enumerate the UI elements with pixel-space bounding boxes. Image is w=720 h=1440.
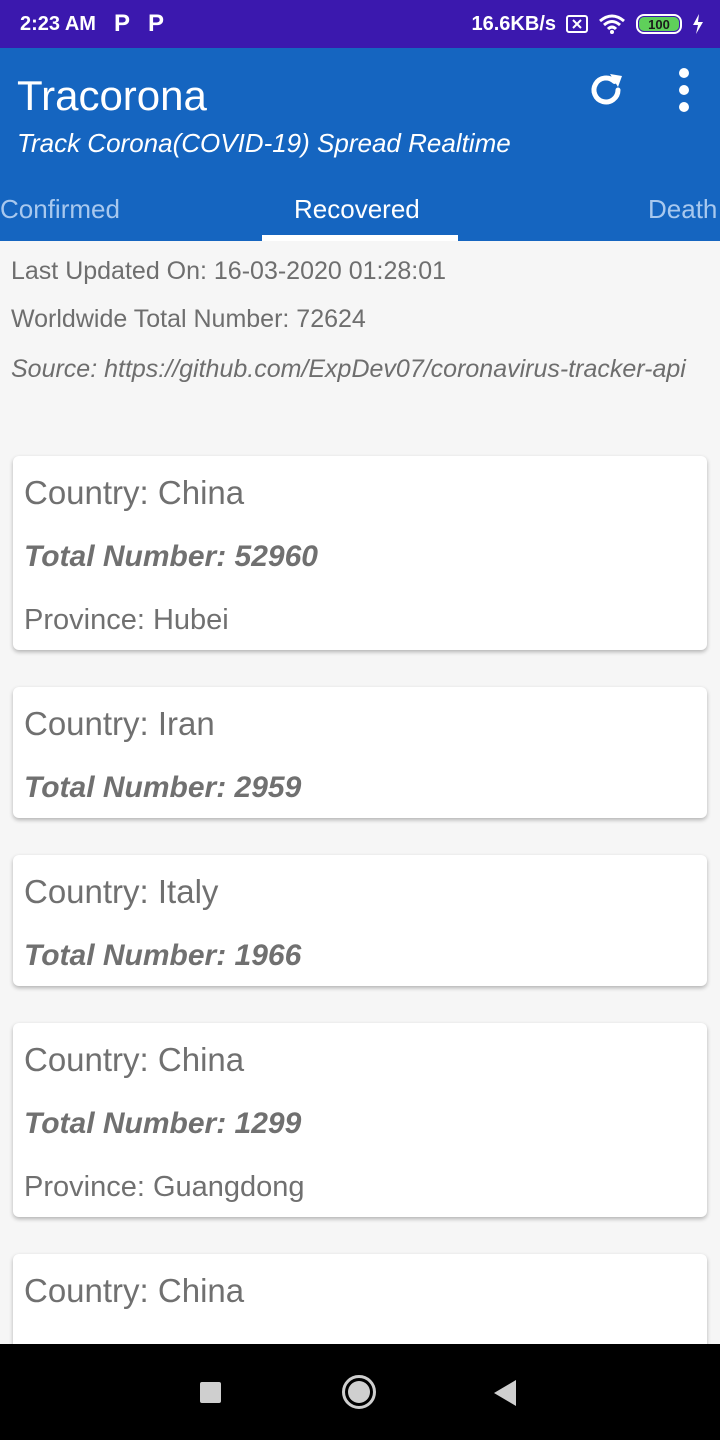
tab-bar: Confirmed Recovered Death	[0, 178, 720, 241]
card-total: Total Number: 1299	[24, 1107, 302, 1140]
home-button[interactable]	[342, 1375, 376, 1409]
tab-death[interactable]: Death	[648, 194, 717, 225]
back-button[interactable]	[494, 1380, 516, 1406]
tab-indicator	[262, 235, 458, 241]
app-subtitle: Track Corona(COVID-19) Spread Realtime	[17, 128, 511, 158]
list-item[interactable]: Country: Iran Total Number: 2959	[13, 687, 707, 818]
sim-x-icon	[566, 15, 588, 33]
card-country: Country: China	[24, 1272, 245, 1309]
card-country: Country: Italy	[24, 873, 219, 910]
source-text: Source: https://github.com/ExpDev07/coro…	[11, 355, 686, 383]
card-country: Country: Iran	[24, 705, 215, 742]
tab-recovered[interactable]: Recovered	[294, 194, 420, 225]
app-bar: Tracorona Track Corona(COVID-19) Spread …	[0, 48, 720, 241]
list-item[interactable]: Country: China Total Number: 52960 Provi…	[13, 456, 707, 650]
worldwide-total-text: Worldwide Total Number: 72624	[11, 305, 366, 333]
network-speed: 16.6KB/s	[471, 12, 557, 35]
card-country: Country: China	[24, 1041, 245, 1078]
system-nav-bar	[0, 1344, 720, 1440]
home-icon	[348, 1381, 370, 1403]
card-country: Country: China	[24, 474, 245, 511]
refresh-icon	[591, 74, 622, 105]
list-item[interactable]: Country: Italy Total Number: 1966	[13, 855, 707, 986]
status-bar: 2:23 AM P P 16.6KB/s 100	[0, 0, 720, 48]
tab-confirmed[interactable]: Confirmed	[0, 194, 120, 225]
card-province: Province: Guangdong	[24, 1171, 305, 1203]
card-total: Total Number: 2959	[24, 771, 302, 804]
more-options-button[interactable]	[662, 66, 706, 114]
app-title: Tracorona	[17, 72, 207, 119]
p-notification-icon: P	[147, 10, 164, 37]
last-updated-text: Last Updated On: 16-03-2020 01:28:01	[11, 257, 447, 285]
battery-icon: 100	[636, 14, 682, 34]
list-item[interactable]: Country: China Total Number: 1299 Provin…	[13, 1023, 707, 1217]
wifi-icon	[598, 13, 626, 35]
charging-bolt-icon	[692, 14, 704, 34]
card-province: Province: Hubei	[24, 604, 229, 636]
card-total: Total Number: 1966	[24, 939, 302, 972]
refresh-button[interactable]	[582, 66, 630, 114]
battery-level: 100	[639, 17, 679, 32]
status-time: 2:23 AM	[20, 12, 96, 35]
p-notification-icon: P	[113, 10, 130, 37]
recents-button[interactable]	[200, 1382, 221, 1403]
card-total: Total Number: 52960	[24, 540, 318, 573]
more-vert-icon	[679, 68, 689, 78]
